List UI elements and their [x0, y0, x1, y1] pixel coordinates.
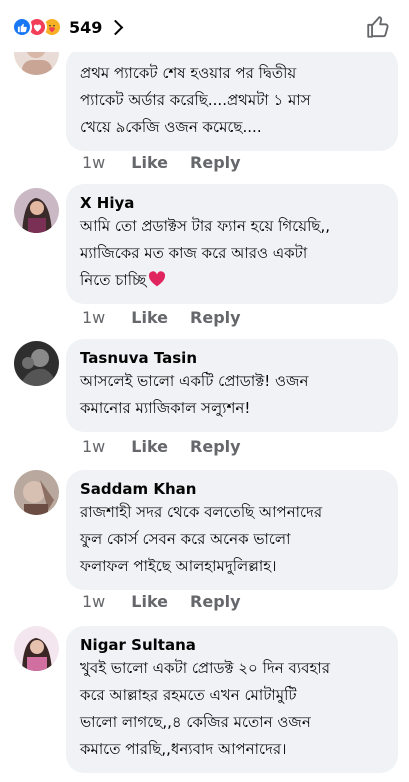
like-reaction-icon — [12, 17, 32, 37]
thumbs-up-outline-icon — [367, 16, 389, 38]
reply-button[interactable]: Reply — [190, 592, 241, 611]
like-button[interactable]: Like — [131, 592, 168, 611]
reaction-count: 549 — [69, 17, 103, 37]
red-heart-icon — [149, 271, 166, 287]
comment-actions: 1w Like Reply — [82, 153, 263, 172]
comment-bubble[interactable]: প্রথম প্যাকেট শেষ হওয়ার পর দ্বিতীয় প্য… — [66, 48, 398, 151]
comment-bubble[interactable]: X Hiya আমি তো প্রডাক্টস টার ফ্যান হয়ে গ… — [66, 184, 398, 304]
comment-time[interactable]: 1w — [82, 437, 105, 456]
like-post-button[interactable] — [365, 14, 391, 40]
comment-time[interactable]: 1w — [82, 153, 105, 172]
reply-button[interactable]: Reply — [190, 437, 241, 456]
comment-text: প্রথম প্যাকেট শেষ হওয়ার পর দ্বিতীয় প্য… — [80, 64, 311, 136]
comment-time[interactable]: 1w — [82, 308, 105, 327]
reactions-bar: 549 — [0, 0, 409, 52]
like-button[interactable]: Like — [131, 437, 168, 456]
comment-bubble[interactable]: Tasnuva Tasin আসলেই ভালো একটি প্রোডাক্ট!… — [66, 339, 398, 432]
comment-time[interactable]: 1w — [82, 592, 105, 611]
comment-text: খুবই ভালো একটা প্রোডক্ট ২০ দিন ব্যবহার ক… — [80, 659, 330, 758]
avatar[interactable] — [14, 341, 59, 386]
like-button[interactable]: Like — [131, 308, 168, 327]
avatar[interactable] — [14, 188, 59, 233]
comment-author[interactable]: Nigar Sultana — [80, 635, 384, 655]
comment-text: আমি তো প্রডাক্টস টার ফ্যান হয়ে গিয়েছি,… — [80, 217, 330, 289]
comment-author[interactable]: Tasnuva Tasin — [80, 348, 384, 368]
reply-button[interactable]: Reply — [190, 153, 241, 172]
comment-actions: 1w Like Reply — [82, 437, 263, 456]
comment-actions: 1w Like Reply — [82, 592, 263, 611]
reply-button[interactable]: Reply — [190, 308, 241, 327]
chevron-right-icon — [108, 19, 124, 35]
avatar[interactable] — [14, 470, 59, 515]
like-button[interactable]: Like — [131, 153, 168, 172]
reactions-summary[interactable]: 549 — [12, 16, 124, 38]
comment-text: রাজশাহী সদর থেকে বলতেছি আপনাদের ফুল কোর্… — [80, 503, 323, 575]
comment-author[interactable]: Saddam Khan — [80, 479, 384, 499]
avatar[interactable] — [14, 626, 59, 671]
comment-text: আসলেই ভালো একটি প্রোডাক্ট! ওজন কমানোর ম্… — [80, 372, 309, 417]
comment-author[interactable]: X Hiya — [80, 193, 384, 213]
comment-bubble[interactable]: Saddam Khan রাজশাহী সদর থেকে বলতেছি আপনা… — [66, 470, 398, 590]
comment-bubble[interactable]: Nigar Sultana খুবই ভালো একটা প্রোডক্ট ২০… — [66, 626, 398, 773]
comment-actions: 1w Like Reply — [82, 308, 263, 327]
